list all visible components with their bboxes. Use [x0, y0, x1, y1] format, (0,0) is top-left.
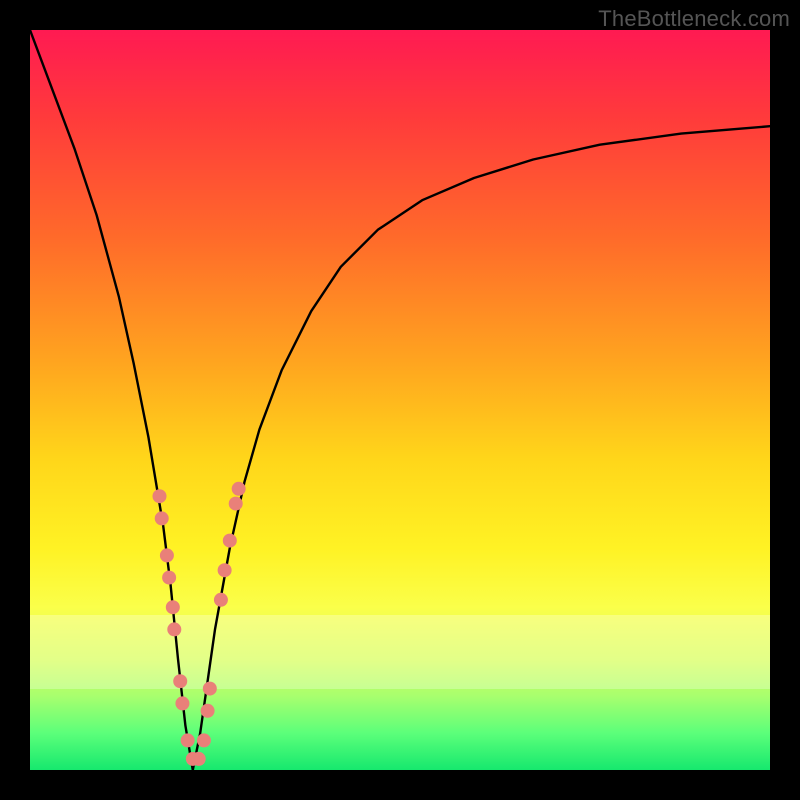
curve-marker	[223, 534, 237, 548]
curve-marker	[155, 511, 169, 525]
curve-marker	[201, 704, 215, 718]
curve-marker	[173, 674, 187, 688]
curve-marker	[218, 563, 232, 577]
curve-marker	[192, 752, 206, 766]
plot-area	[30, 30, 770, 770]
chart-svg	[30, 30, 770, 770]
curve-markers	[153, 482, 246, 766]
watermark-text: TheBottleneck.com	[598, 6, 790, 32]
curve-marker	[203, 682, 217, 696]
curve-marker	[167, 622, 181, 636]
curve-marker	[175, 696, 189, 710]
curve-marker	[153, 489, 167, 503]
curve-marker	[229, 497, 243, 511]
curve-marker	[166, 600, 180, 614]
curve-marker	[162, 571, 176, 585]
curve-marker	[197, 733, 211, 747]
curve-marker	[160, 548, 174, 562]
curve-marker	[181, 733, 195, 747]
bottleneck-curve	[30, 30, 770, 770]
curve-marker	[214, 593, 228, 607]
chart-frame: TheBottleneck.com	[0, 0, 800, 800]
curve-marker	[232, 482, 246, 496]
